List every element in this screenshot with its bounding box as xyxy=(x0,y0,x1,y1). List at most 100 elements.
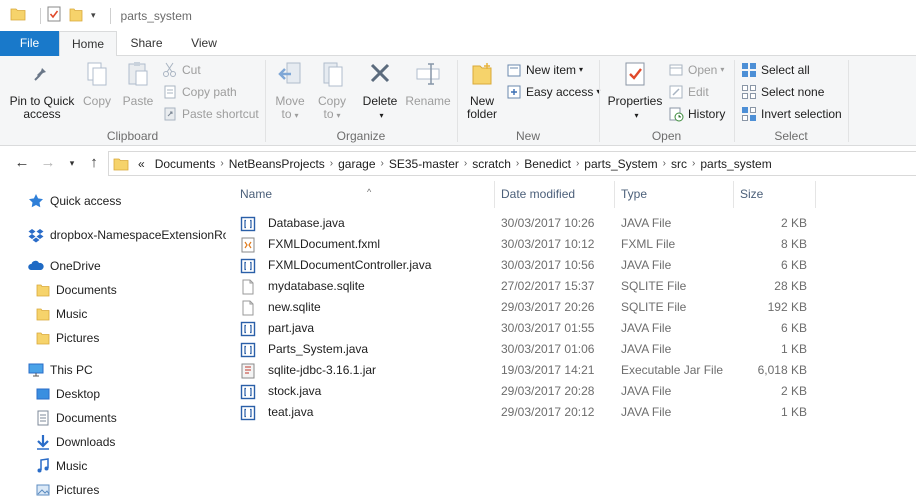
file-row[interactable]: mydatabase.sqlite 27/02/2017 15:37 SQLITE … xyxy=(236,276,916,297)
column-header-name[interactable]: ^ Name xyxy=(234,181,490,208)
file-row[interactable]: stock.java 29/03/2017 20:28 JAVA File 2 KB xyxy=(236,381,916,402)
breadcrumb-documents[interactable]: Documents xyxy=(155,157,216,171)
customize-dropdown-icon[interactable]: ▾ xyxy=(91,10,96,21)
breadcrumb-se35-master[interactable]: SE35-master xyxy=(389,157,459,171)
invert-selection-button[interactable]: Invert selection xyxy=(741,104,842,124)
file-name-cell[interactable]: new.sqlite xyxy=(240,297,321,318)
breadcrumb-netbeansprojects[interactable]: NetBeansProjects xyxy=(229,157,325,171)
file-type: JAVA File xyxy=(621,384,672,398)
chevron-right-icon[interactable]: › xyxy=(663,158,666,169)
chevron-right-icon[interactable]: › xyxy=(464,158,467,169)
nav-downloads[interactable]: Downloads xyxy=(36,431,115,453)
file-name-cell[interactable]: mydatabase.sqlite xyxy=(240,276,365,297)
file-name-cell[interactable]: teat.java xyxy=(240,402,313,423)
file-name-cell[interactable]: part.java xyxy=(240,318,314,339)
tab-home[interactable]: Home xyxy=(59,31,117,57)
breadcrumb-garage[interactable]: garage xyxy=(338,157,375,171)
nav-onedrive-pictures[interactable]: Pictures xyxy=(36,327,99,349)
tab-file[interactable]: File xyxy=(0,31,59,56)
properties-check-icon[interactable] xyxy=(47,6,61,25)
forward-arrow-icon[interactable]: → xyxy=(38,153,58,173)
easy-access-button[interactable]: Easy access▾ xyxy=(506,82,600,102)
paste-shortcut-button[interactable]: Paste shortcut xyxy=(162,104,259,124)
recent-locations-chevron-icon[interactable]: ▾ xyxy=(62,153,82,173)
nav-pictures[interactable]: Pictures xyxy=(36,479,99,501)
file-name-cell[interactable]: Parts_System.java xyxy=(240,339,368,360)
select-all-button[interactable]: Select all xyxy=(741,60,810,80)
file-name: part.java xyxy=(268,321,315,335)
column-divider[interactable] xyxy=(815,181,816,208)
file-name-cell[interactable]: stock.java xyxy=(240,381,321,402)
nav-desktop[interactable]: Desktop xyxy=(36,383,100,405)
address-bar[interactable]: « Documents › NetBeansProjects › garage … xyxy=(108,151,916,176)
file-row[interactable]: FXMLDocument.fxml 30/03/2017 10:12 FXML Fi… xyxy=(236,234,916,255)
file-type: JAVA File xyxy=(621,405,672,419)
nav-onedrive[interactable]: OneDrive xyxy=(28,255,101,277)
tab-share[interactable]: Share xyxy=(117,31,176,56)
cut-button[interactable]: Cut xyxy=(162,60,201,80)
new-folder-button[interactable]: New folder xyxy=(460,60,504,121)
paste-button[interactable]: Paste xyxy=(118,60,158,108)
file-row[interactable]: Parts_System.java 30/03/2017 01:06 JAVA Fi… xyxy=(236,339,916,360)
nav-this-pc[interactable]: This PC xyxy=(28,359,93,381)
copy-button[interactable]: Copy xyxy=(78,60,116,108)
breadcrumb-parts-system[interactable]: parts_System xyxy=(584,157,657,171)
nav-dropbox[interactable]: dropbox-NamespaceExtensionRo xyxy=(28,224,226,246)
nav-music[interactable]: Music xyxy=(36,455,87,477)
file-row[interactable]: part.java 30/03/2017 01:55 JAVA File 6 KB xyxy=(236,318,916,339)
copy-to-button[interactable]: Copy to ▾ xyxy=(312,60,352,122)
column-header-size[interactable]: Size xyxy=(734,181,814,208)
file-name-cell[interactable]: Database.java xyxy=(240,213,345,234)
back-arrow-icon[interactable]: ← xyxy=(12,153,32,173)
rename-button[interactable]: Rename xyxy=(404,60,452,108)
tab-view[interactable]: View xyxy=(176,31,232,56)
nav-onedrive-music[interactable]: Music xyxy=(36,303,87,325)
edit-button[interactable]: Edit xyxy=(668,82,709,102)
file-name-cell[interactable]: sqlite-jdbc-3.16.1.jar xyxy=(240,360,376,381)
delete-dropdown-icon[interactable]: ▾ xyxy=(379,111,383,120)
history-button[interactable]: History xyxy=(668,104,725,124)
chevron-right-icon[interactable]: › xyxy=(576,158,579,169)
chevron-right-icon[interactable]: › xyxy=(692,158,695,169)
file-name-cell[interactable]: FXMLDocument.fxml xyxy=(240,234,380,255)
copy-path-button[interactable]: Copy path xyxy=(162,82,237,102)
breadcrumb-src[interactable]: src xyxy=(671,157,687,171)
select-none-button[interactable]: Select none xyxy=(741,82,824,102)
file-row[interactable]: Database.java 30/03/2017 10:26 JAVA File 2 … xyxy=(236,213,916,234)
rename-icon xyxy=(404,60,452,91)
clipboard-group: Pin to Quick access Copy Paste Cut Copy … xyxy=(0,56,265,146)
breadcrumb-overflow[interactable]: « xyxy=(138,157,145,171)
pin-to-quick-access-button[interactable]: Pin to Quick access xyxy=(6,60,78,121)
open-button[interactable]: Open ▾ xyxy=(668,60,724,80)
breadcrumb-scratch[interactable]: scratch xyxy=(472,157,511,171)
column-header-type[interactable]: Type xyxy=(615,181,732,208)
up-arrow-icon[interactable]: ↑ xyxy=(84,153,104,173)
nav-dropbox-label: dropbox-NamespaceExtensionRo xyxy=(50,228,226,242)
breadcrumb-benedict[interactable]: Benedict xyxy=(524,157,571,171)
nav-onedrive-documents-label: Documents xyxy=(56,283,117,297)
nav-quick-access[interactable]: Quick access xyxy=(28,190,121,212)
file-row[interactable]: teat.java 29/03/2017 20:12 JAVA File 1 KB xyxy=(236,402,916,423)
chevron-right-icon[interactable]: › xyxy=(381,158,384,169)
java-file-icon xyxy=(240,321,262,337)
properties-dropdown-icon[interactable]: ▾ xyxy=(634,111,638,120)
chevron-right-icon[interactable]: › xyxy=(516,158,519,169)
file-row[interactable]: new.sqlite 29/03/2017 20:26 SQLITE File 192… xyxy=(236,297,916,318)
new-group: New folder New item▾ Easy access▾ New xyxy=(458,56,600,146)
delete-button[interactable]: Delete ▾ xyxy=(360,60,400,122)
chevron-right-icon[interactable]: › xyxy=(220,158,223,169)
file-name-cell[interactable]: FXMLDocumentController.java xyxy=(240,255,431,276)
copy-label: Copy xyxy=(82,94,111,108)
column-header-date[interactable]: Date modified xyxy=(495,181,613,208)
file-row[interactable]: FXMLDocumentController.java 30/03/2017 10… xyxy=(236,255,916,276)
fxml-file-icon xyxy=(240,237,262,253)
properties-button[interactable]: Properties ▾ xyxy=(604,60,666,122)
new-item-button[interactable]: New item ▾ xyxy=(506,60,583,80)
nav-documents[interactable]: Documents xyxy=(36,407,117,429)
nav-onedrive-documents[interactable]: Documents xyxy=(36,279,117,301)
file-row[interactable]: sqlite-jdbc-3.16.1.jar 19/03/2017 14:21 Ex… xyxy=(236,360,916,381)
chevron-right-icon[interactable]: › xyxy=(330,158,333,169)
move-to-button[interactable]: Move to ▾ xyxy=(270,60,310,122)
breadcrumb-parts-system-current[interactable]: parts_system xyxy=(700,157,771,171)
new-folder-icon[interactable] xyxy=(69,6,83,25)
